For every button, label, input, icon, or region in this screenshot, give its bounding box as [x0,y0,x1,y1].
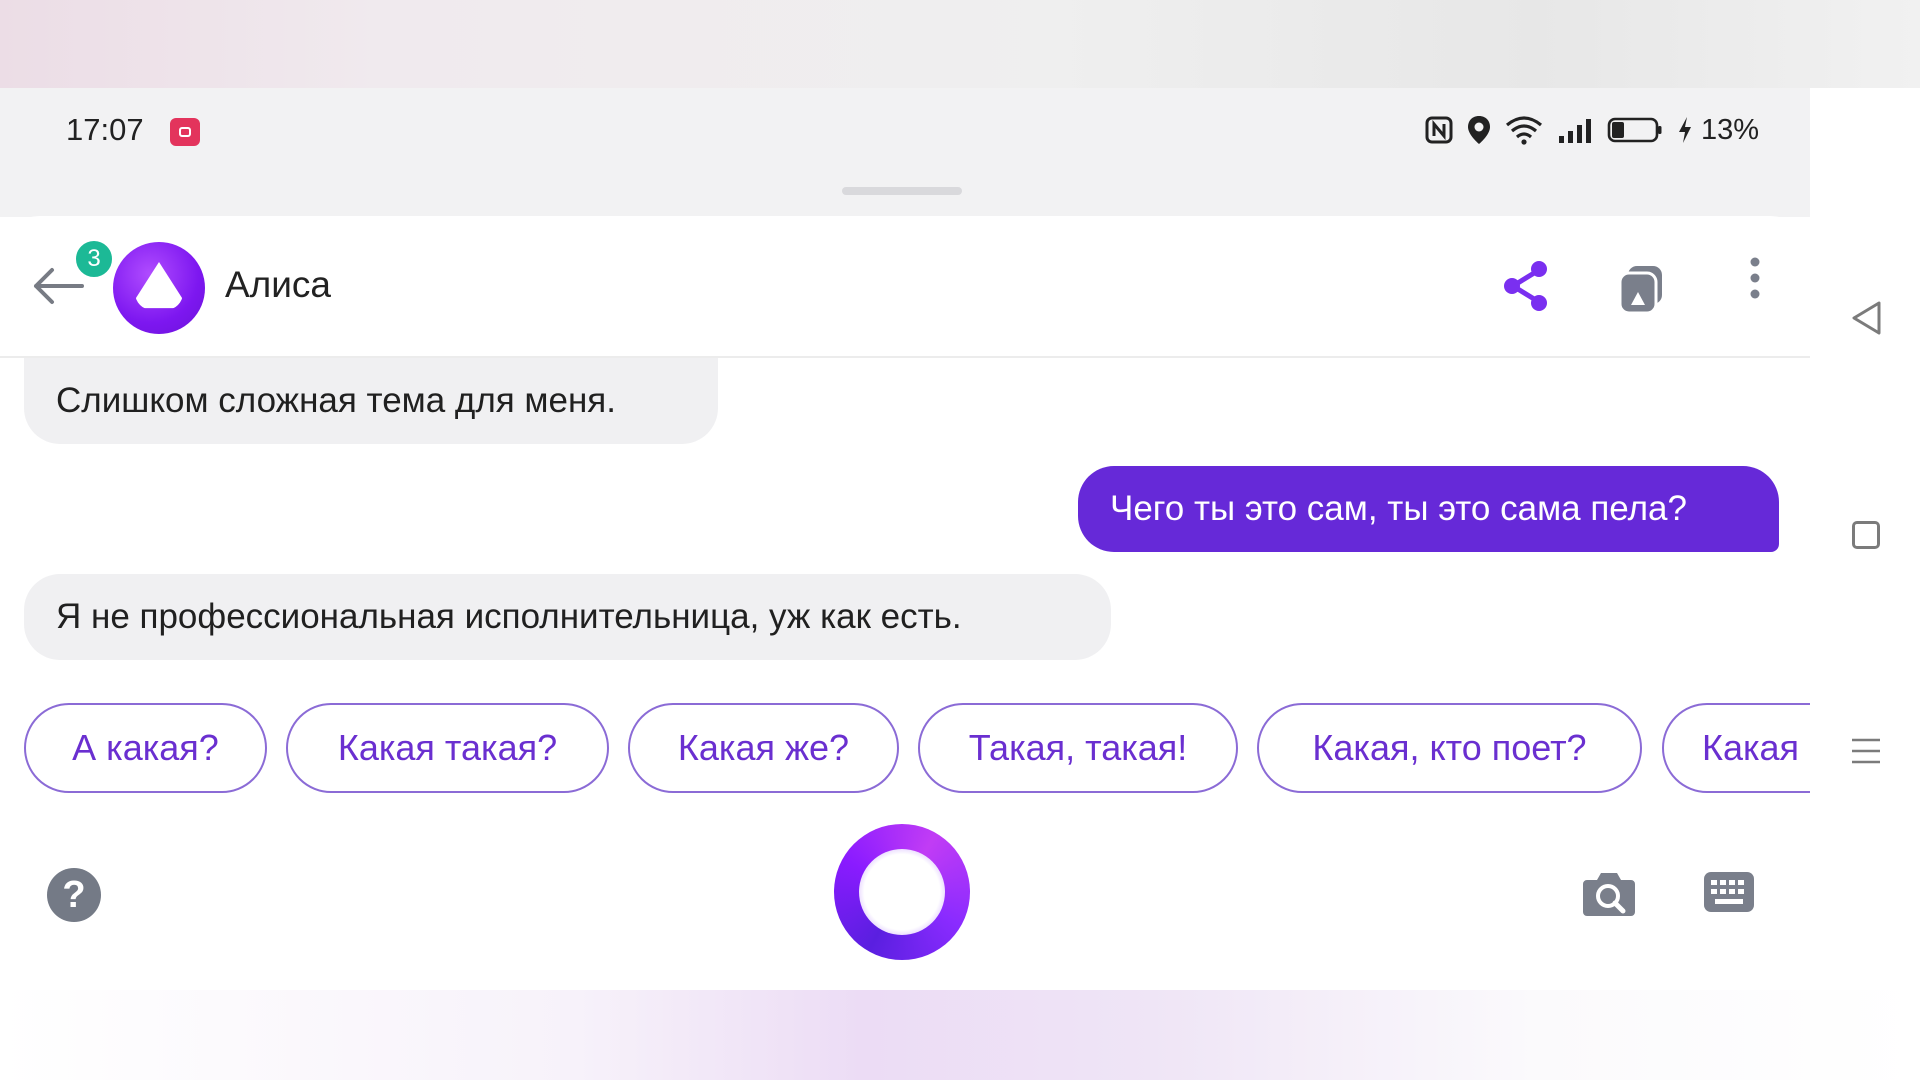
help-icon[interactable]: ? [47,868,101,922]
copy-icon[interactable] [1611,258,1671,318]
nfc-icon [1425,116,1453,144]
alice-logo-icon [135,262,183,309]
chat-header: 3 Алиса [0,216,1810,358]
suggestion-chip[interactable]: Какая, кто поет? [1257,703,1642,793]
chat-title: Алиса [225,264,332,305]
suggestion-chip[interactable]: А какая? [24,703,267,793]
keyboard-icon[interactable] [1703,871,1755,913]
phone-screen: 17:07 13% 3 Алиса Слишком сложная тема д… [0,88,1810,990]
unread-badge: 3 [73,238,115,280]
avatar [113,242,205,334]
status-time: 17:07 [66,112,144,147]
charging-icon [1679,117,1691,143]
chat-card: 3 Алиса Слишком сложная тема для меня. Ч… [0,216,1810,990]
suggestion-chip[interactable]: Какая же? [628,703,899,793]
user-message: Чего ты это сам, ты это сама пела? [1078,466,1779,552]
bottom-background-strip [0,990,1920,1080]
battery-percentage: 13% [1701,113,1760,146]
location-icon [1468,116,1490,144]
signal-icon [1559,119,1591,143]
nav-home-icon[interactable] [1852,521,1880,549]
status-icons: 13% [1425,110,1759,150]
nav-menu-icon[interactable] [1851,736,1881,766]
recording-icon [170,118,200,146]
assistant-message: Я не профессиональная исполнительница, у… [24,574,1111,660]
status-bar: 17:07 13% [0,88,1810,217]
battery-icon [1607,117,1662,143]
voice-assistant-icon[interactable] [834,824,970,960]
suggestion-chip[interactable]: Какая [1662,703,1810,793]
camera-search-icon[interactable] [1581,868,1637,918]
suggestion-chips: А какая? Какая такая? Какая же? Такая, т… [24,703,1810,795]
share-icon[interactable] [1497,256,1557,316]
top-background-strip [0,0,1920,88]
more-vertical-icon[interactable] [1740,252,1770,312]
voice-assistant-ring [859,849,945,935]
assistant-message: Слишком сложная тема для меня. [24,358,718,444]
suggestion-chip[interactable]: Какая такая? [286,703,609,793]
wifi-icon [1505,116,1543,145]
sheet-drag-handle[interactable] [842,187,962,195]
suggestion-chip[interactable]: Такая, такая! [918,703,1238,793]
nav-back-icon[interactable] [1850,300,1882,336]
